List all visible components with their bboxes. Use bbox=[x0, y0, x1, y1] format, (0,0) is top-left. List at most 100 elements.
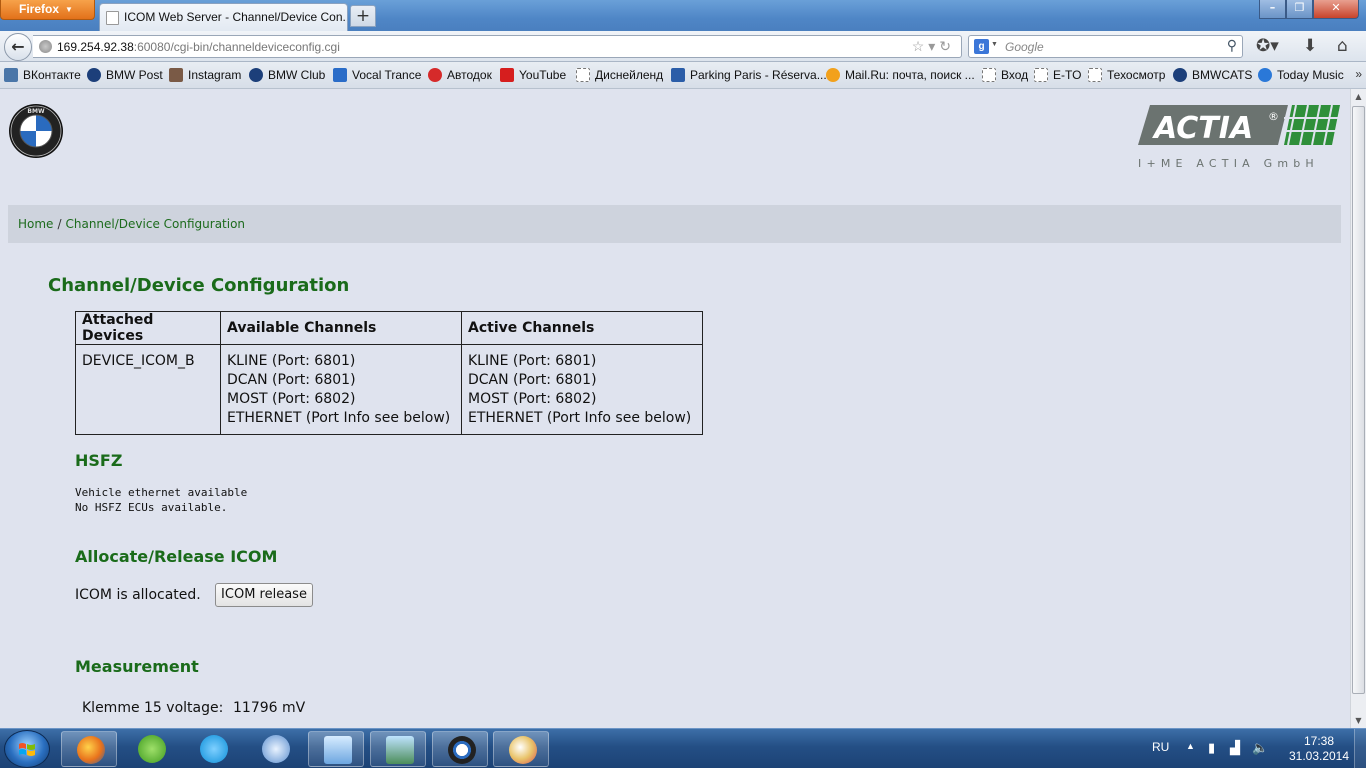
svg-text:®: ® bbox=[1268, 110, 1279, 123]
google-icon[interactable]: g bbox=[974, 39, 989, 54]
svg-text:BMW: BMW bbox=[27, 108, 45, 115]
network-icon[interactable]: ▟ bbox=[1230, 740, 1240, 756]
bookmark-item[interactable]: Вход bbox=[982, 68, 1028, 82]
windows-taskbar: RU ▲ ▮ ▟ 🔈 17:38 31.03.2014 bbox=[0, 728, 1366, 768]
window-titlebar: Firefox ▼ ICOM Web Server - Channel/Devic… bbox=[0, 0, 1366, 31]
bookmark-label: Today Music bbox=[1277, 68, 1344, 82]
available-channels-cell: KLINE (Port: 6801) DCAN (Port: 6801) MOS… bbox=[220, 344, 462, 435]
bookmark-label: E-TO bbox=[1053, 68, 1082, 82]
language-indicator[interactable]: RU bbox=[1152, 740, 1169, 754]
firefox-icon bbox=[77, 736, 105, 764]
bmw-icon bbox=[1173, 68, 1187, 82]
downloads-icon[interactable]: ⬇ bbox=[1303, 36, 1317, 56]
column-header: Attached Devices bbox=[75, 311, 221, 345]
bookmark-label: Instagram bbox=[188, 68, 242, 82]
autodoc-icon bbox=[428, 68, 442, 82]
channel-item: KLINE (Port: 6801) bbox=[468, 353, 597, 369]
show-hidden-icons-icon[interactable]: ▲ bbox=[1186, 741, 1195, 751]
firefox-menu-button[interactable]: Firefox ▼ bbox=[0, 0, 95, 20]
bookmark-item[interactable]: Mail.Ru: почта, поиск ... bbox=[826, 68, 975, 82]
mailru-icon bbox=[826, 68, 840, 82]
bookmark-item[interactable]: ВКонтакте bbox=[4, 68, 81, 82]
taskbar-skype[interactable] bbox=[185, 731, 241, 767]
channel-item: ETHERNET (Port Info see below) bbox=[227, 410, 451, 426]
icom-release-button[interactable]: ICOM release bbox=[215, 583, 313, 607]
tab-icom-web-server[interactable]: ICOM Web Server - Channel/Device Con... bbox=[99, 3, 348, 31]
search-input[interactable]: g ▼ Google ⚲ bbox=[968, 35, 1243, 58]
taskbar-firefox[interactable] bbox=[61, 731, 117, 767]
page-title: Channel/Device Configuration bbox=[48, 275, 350, 296]
bookmark-item[interactable]: Диснейленд bbox=[576, 68, 663, 82]
page-icon bbox=[106, 11, 119, 25]
measurement-heading: Measurement bbox=[75, 657, 199, 676]
breadcrumb-home-link[interactable]: Home bbox=[18, 217, 53, 231]
more-bookmarks-button[interactable]: » bbox=[1355, 67, 1362, 81]
taskbar-itunes[interactable] bbox=[247, 731, 303, 767]
home-icon[interactable]: ⌂ bbox=[1337, 36, 1348, 56]
bookmark-label: BMW Post bbox=[106, 68, 163, 82]
url-path: :60080/cgi-bin/channeldeviceconfig.cgi bbox=[133, 40, 340, 54]
bookmark-item[interactable]: Parking Paris - Réserva... bbox=[671, 68, 827, 82]
bookmarks-menu-icon[interactable]: ✪▾ bbox=[1256, 36, 1279, 56]
new-tab-button[interactable]: + bbox=[350, 5, 376, 27]
taskbar-image-viewer[interactable] bbox=[370, 731, 426, 767]
hsfz-line: No HSFZ ECUs available. bbox=[75, 501, 228, 514]
volume-icon[interactable]: 🔈 bbox=[1252, 740, 1268, 756]
vertical-scrollbar[interactable]: ▲ ▼ bbox=[1350, 89, 1366, 728]
url-host: 169.254.92.38 bbox=[57, 40, 134, 54]
device-name: DEVICE_ICOM_B bbox=[82, 353, 195, 369]
scroll-down-icon[interactable]: ▼ bbox=[1351, 713, 1366, 728]
bookmark-item[interactable]: BMW Post bbox=[87, 68, 163, 82]
taskbar-control-panel[interactable] bbox=[308, 731, 364, 767]
chevron-down-icon: ▼ bbox=[65, 5, 73, 14]
breadcrumb-current-link[interactable]: Channel/Device Configuration bbox=[65, 217, 245, 231]
system-tray: RU ▲ ▮ ▟ 🔈 17:38 31.03.2014 bbox=[1136, 729, 1366, 768]
search-icon[interactable]: ⚲ bbox=[1227, 37, 1237, 54]
bmw-icon bbox=[448, 736, 476, 764]
skype-icon bbox=[200, 735, 228, 763]
table-header-row: Attached Devices Available Channels Acti… bbox=[75, 311, 703, 345]
bookmark-item[interactable]: Instagram bbox=[169, 68, 241, 82]
page-content: BMW ACTIA ® I+ME ACTIA GmbH Home / Channel… bbox=[0, 89, 1350, 728]
scroll-up-icon[interactable]: ▲ bbox=[1351, 89, 1366, 104]
chevron-down-icon[interactable]: ▼ bbox=[991, 41, 998, 48]
url-bar[interactable]: 169.254.92.38:60080/cgi-bin/channeldevic… bbox=[33, 35, 962, 58]
back-button[interactable]: ← bbox=[4, 33, 32, 61]
bmw-logo: BMW bbox=[9, 104, 63, 158]
channel-item: MOST (Port: 6802) bbox=[227, 391, 356, 407]
bookmark-item[interactable]: BMWCATS bbox=[1173, 68, 1252, 82]
star-icon[interactable]: ☆▾↻ bbox=[912, 38, 955, 55]
tab-title: ICOM Web Server - Channel/Device Con... bbox=[124, 10, 348, 24]
globe-icon bbox=[39, 40, 52, 53]
scrollbar-thumb[interactable] bbox=[1352, 106, 1365, 694]
image-viewer-icon bbox=[386, 736, 414, 764]
battery-icon[interactable]: ▮ bbox=[1208, 740, 1215, 756]
bookmark-item[interactable]: Today Music bbox=[1258, 68, 1344, 82]
column-header: Active Channels bbox=[461, 311, 703, 345]
device-cell: DEVICE_ICOM_B bbox=[75, 344, 221, 435]
clock[interactable]: 17:38 31.03.2014 bbox=[1288, 734, 1350, 764]
bookmark-item[interactable]: BMW Club bbox=[249, 68, 325, 82]
bookmark-item[interactable]: YouTube bbox=[500, 68, 566, 82]
show-desktop-button[interactable] bbox=[1354, 729, 1366, 768]
bookmarks-toolbar: ВКонтакте BMW Post Instagram BMW Club Vo… bbox=[0, 62, 1366, 89]
bookmark-item[interactable]: Техосмотр bbox=[1088, 68, 1165, 82]
bookmark-item[interactable]: E-TO bbox=[1034, 68, 1081, 82]
bookmark-label: Mail.Ru: почта, поиск ... bbox=[845, 68, 975, 82]
taskbar-utorrent[interactable] bbox=[123, 731, 179, 767]
maximize-button[interactable]: ❐ bbox=[1286, 0, 1313, 19]
active-channels-cell: KLINE (Port: 6801) DCAN (Port: 6801) MOS… bbox=[461, 344, 703, 435]
paint-icon bbox=[509, 736, 537, 764]
column-header: Available Channels bbox=[220, 311, 462, 345]
start-button[interactable] bbox=[4, 730, 50, 768]
taskbar-icom-tool[interactable] bbox=[432, 731, 488, 767]
control-panel-icon bbox=[324, 736, 352, 764]
close-window-button[interactable]: ✕ bbox=[1313, 0, 1359, 19]
taskbar-paint[interactable] bbox=[493, 731, 549, 767]
bookmark-item[interactable]: Автодок bbox=[428, 68, 492, 82]
bookmark-item[interactable]: Vocal Trance bbox=[333, 68, 421, 82]
page-icon bbox=[1034, 68, 1048, 82]
bookmark-label: ВКонтакте bbox=[23, 68, 81, 82]
minimize-button[interactable]: – bbox=[1259, 0, 1286, 19]
svg-text:ACTIA: ACTIA bbox=[1152, 111, 1253, 146]
